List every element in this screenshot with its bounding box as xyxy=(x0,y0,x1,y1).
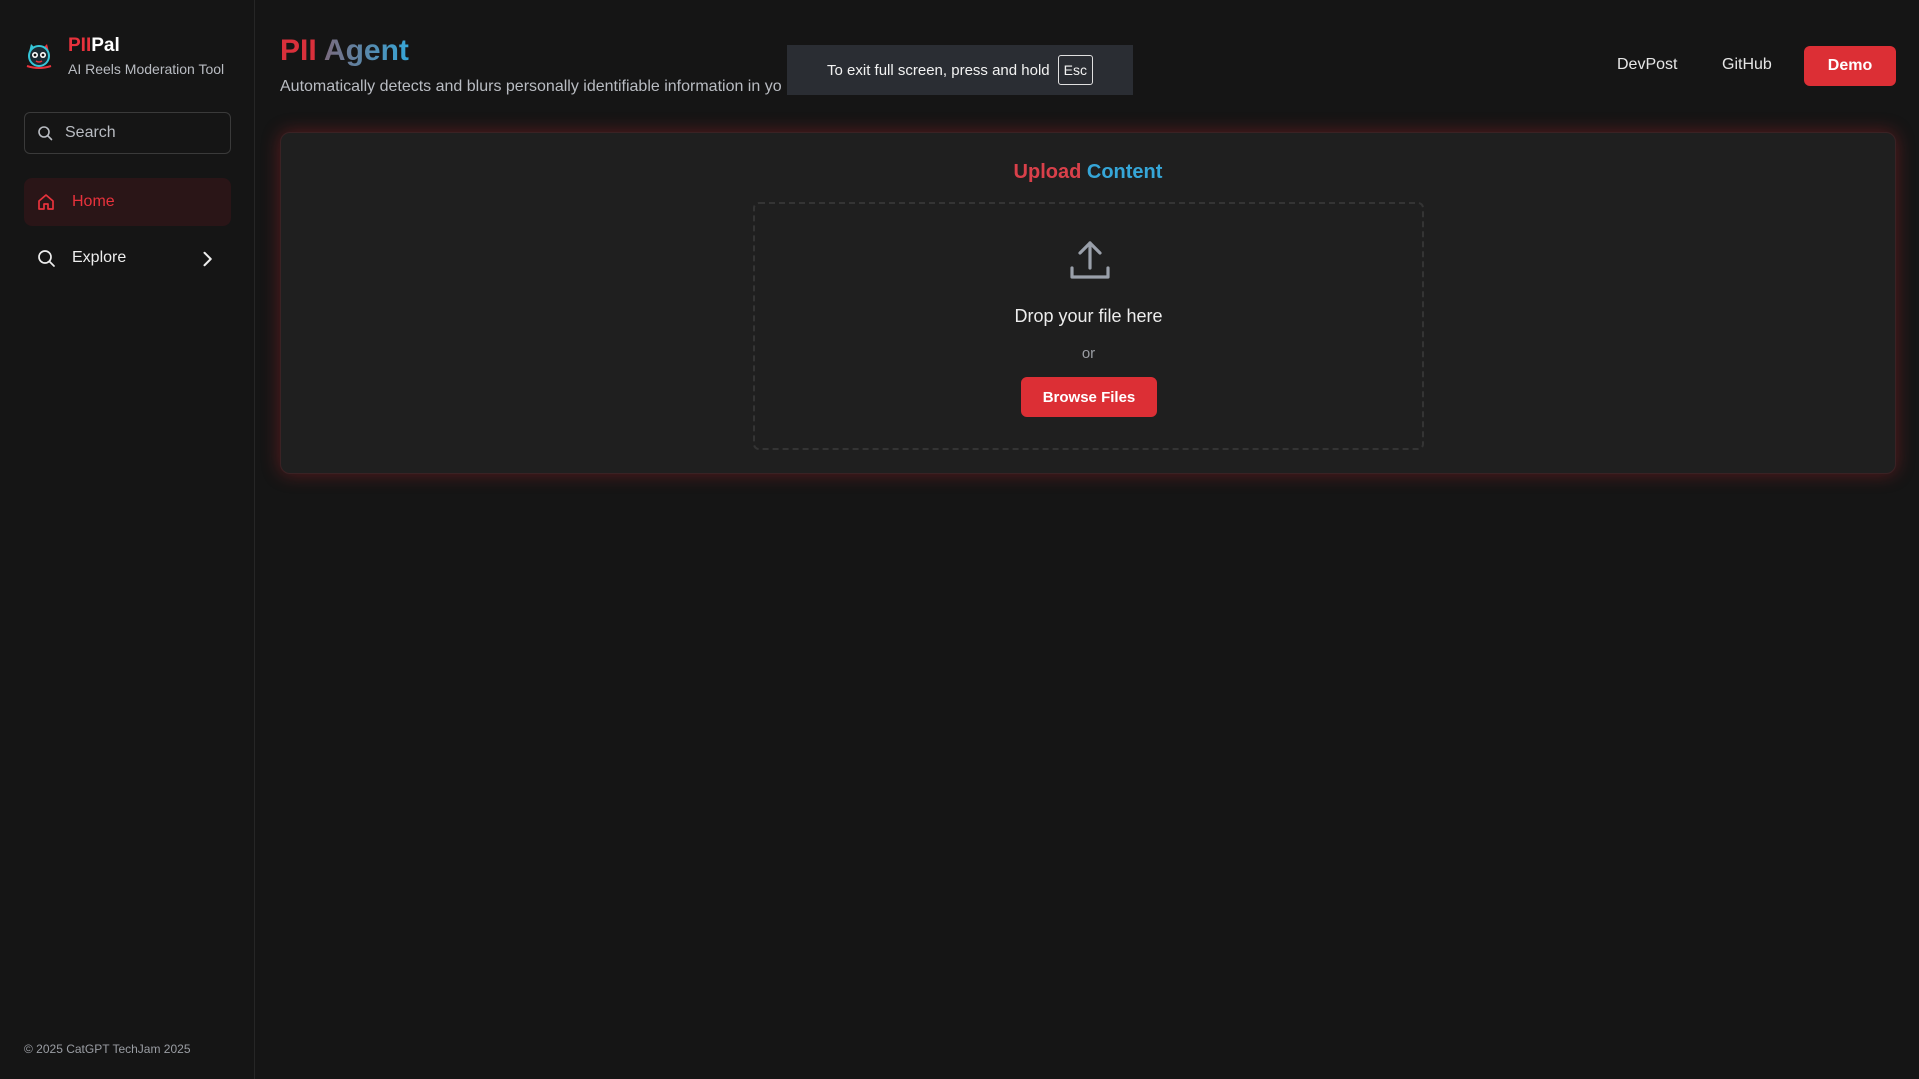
brand[interactable]: PIIPal AI Reels Moderation Tool xyxy=(24,34,224,78)
page-title-part1: PII xyxy=(280,34,317,67)
brand-name-part2: Pal xyxy=(91,35,120,56)
upload-title-part2: Content xyxy=(1086,161,1163,183)
app: PIIPal AI Reels Moderation Tool Home Exp… xyxy=(0,0,1919,1079)
brand-tagline: AI Reels Moderation Tool xyxy=(68,61,225,77)
search-input[interactable] xyxy=(65,124,225,142)
page-title: PII Agent xyxy=(280,32,409,70)
devpost-link[interactable]: DevPost xyxy=(1617,56,1677,74)
fullscreen-toast: To exit full screen, press and hold Esc xyxy=(787,45,1133,95)
search-icon xyxy=(38,250,55,267)
or-text: or xyxy=(1081,345,1096,362)
brand-name-part1: PII xyxy=(68,35,92,56)
browse-files-button[interactable]: Browse Files xyxy=(1021,377,1157,417)
esc-key-hint: Esc xyxy=(1057,55,1093,85)
upload-icon xyxy=(1070,241,1110,279)
chevron-right-icon[interactable] xyxy=(197,249,217,269)
demo-button[interactable]: Demo xyxy=(1804,46,1896,86)
sidebar-item-explore[interactable]: Explore xyxy=(24,234,231,282)
file-dropzone[interactable]: Drop your file here or Browse Files xyxy=(753,202,1424,450)
sidebar-item-label: Explore xyxy=(72,249,127,266)
copyright-text: © 2025 CatGPT TechJam 2025 xyxy=(24,1042,191,1056)
github-link[interactable]: GitHub xyxy=(1722,56,1772,74)
brand-name: PIIPal xyxy=(68,34,224,58)
home-icon xyxy=(38,194,54,210)
page-subtitle: Automatically detects and blurs personal… xyxy=(280,78,782,95)
search-icon xyxy=(38,126,53,141)
search-box[interactable] xyxy=(24,112,231,154)
cat-logo-icon xyxy=(26,44,52,69)
sidebar: PIIPal AI Reels Moderation Tool Home Exp… xyxy=(0,0,255,1079)
drop-text: Drop your file here xyxy=(1014,306,1163,326)
brand-text: PIIPal AI Reels Moderation Tool xyxy=(68,34,224,78)
upload-card: Upload Content Drop your file here or Br… xyxy=(280,132,1896,474)
fullscreen-toast-text: To exit full screen, press and hold xyxy=(827,61,1050,79)
page-title-part2: Agent xyxy=(323,34,409,67)
upload-title: Upload Content xyxy=(281,161,1895,184)
sidebar-item-home[interactable]: Home xyxy=(24,178,231,226)
upload-title-part1: Upload xyxy=(1013,161,1082,183)
sidebar-item-label: Home xyxy=(72,193,115,210)
